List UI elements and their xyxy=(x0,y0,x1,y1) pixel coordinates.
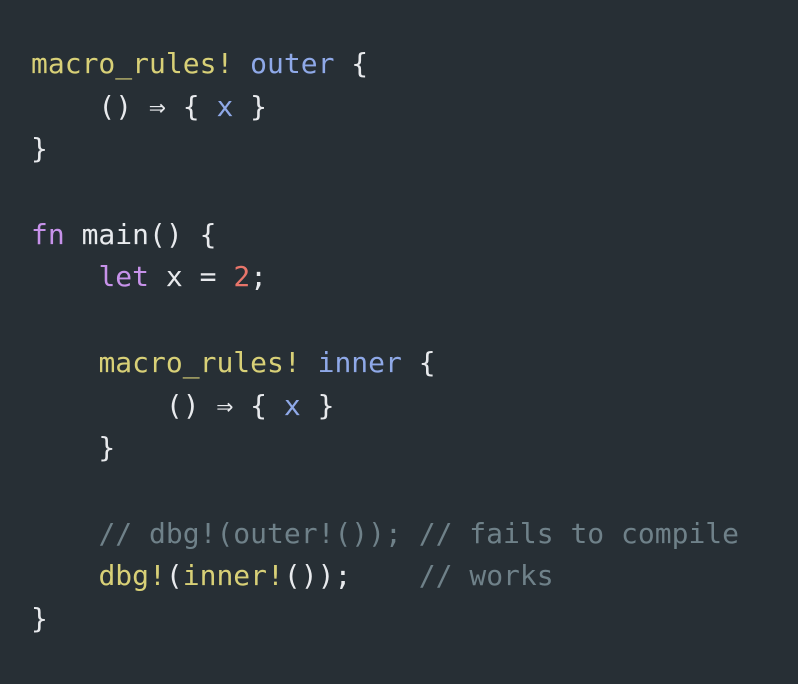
code-token: fn xyxy=(31,217,65,251)
code-token: // works xyxy=(418,559,554,593)
code-token: x xyxy=(216,89,234,123)
code-token: ( xyxy=(165,559,183,593)
code-token: ⇒ xyxy=(216,388,234,422)
code-line: let x = 2; xyxy=(0,256,798,299)
code-line: macro_rules! inner { xyxy=(0,342,798,385)
code-token: outer xyxy=(250,47,335,80)
code-line: () ⇒ { x } xyxy=(0,385,798,428)
code-token: () { xyxy=(149,217,217,251)
code-token: { xyxy=(233,388,284,422)
code-line: () ⇒ { x } xyxy=(0,86,798,129)
code-token: x = xyxy=(149,260,234,294)
code-token: macro_rules! xyxy=(31,47,234,80)
code-line: fn main() { xyxy=(0,214,798,257)
code-line: } xyxy=(0,427,798,470)
code-token: inner xyxy=(317,345,402,379)
code-token: ()); xyxy=(283,559,352,593)
code-token: 2 xyxy=(233,260,251,294)
code-token: { xyxy=(334,47,369,80)
code-token: { xyxy=(165,89,217,123)
code-line: macro_rules! outer { xyxy=(0,43,798,86)
code-token: } xyxy=(31,132,48,166)
code-token: inner! xyxy=(182,559,284,593)
code-token: // dbg!(outer!()); // fails to compile xyxy=(98,516,740,550)
code-token: () xyxy=(31,89,150,123)
code-editor-surface[interactable]: macro_rules! outer { () ⇒ { x }} fn main… xyxy=(0,0,798,684)
code-token: ; xyxy=(250,260,268,294)
code-token: main xyxy=(81,217,150,251)
code-token: } xyxy=(31,601,48,635)
code-line: // dbg!(outer!()); // fails to compile xyxy=(0,513,798,556)
code-line: } xyxy=(0,598,798,641)
code-token: () xyxy=(31,388,217,422)
code-line: dbg!(inner!()); // works xyxy=(0,555,798,598)
code-token: { xyxy=(401,345,436,379)
code-token: } xyxy=(300,388,335,422)
code-token: macro_rules! xyxy=(98,345,301,379)
code-token: } xyxy=(31,431,116,465)
code-line: } xyxy=(0,128,798,171)
code-token: } xyxy=(233,89,268,123)
code-block[interactable]: macro_rules! outer { () ⇒ { x }} fn main… xyxy=(0,43,798,641)
code-token: ⇒ xyxy=(149,89,166,123)
code-token: let xyxy=(98,260,150,294)
code-token: x xyxy=(283,388,301,422)
code-token: dbg! xyxy=(98,559,166,593)
